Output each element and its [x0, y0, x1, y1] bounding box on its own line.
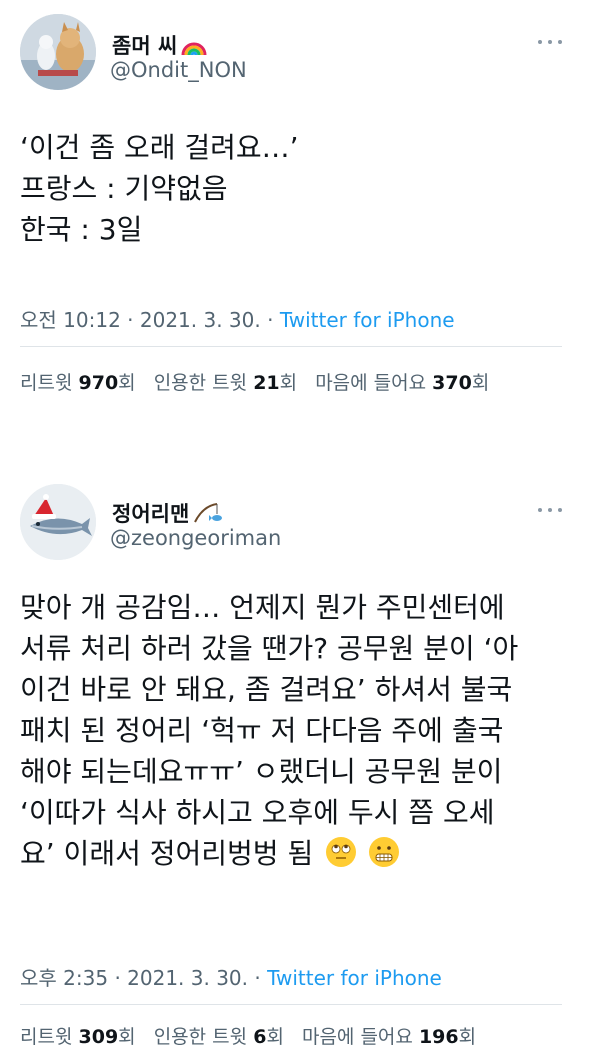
author-name-text: 정어리맨: [112, 502, 190, 526]
quote-label: 인용한 트윗: [153, 372, 248, 394]
avatar-image-icon: [20, 14, 96, 90]
tweet-line: 이건 바로 안 돼요, 좀 걸려요’ 하셔서 불국: [20, 673, 513, 706]
like-count[interactable]: 마음에 들어요 196회: [302, 1026, 476, 1048]
tweet-body: 맞아 개 공감임… 언제지 뭔가 주민센터에 서류 처리 하러 갔을 땐가? 공…: [20, 587, 575, 874]
separator-dot: ·: [127, 308, 140, 332]
tweet-meta: 오전 10:12 · 2021. 3. 30. · Twitter for iP…: [20, 304, 455, 333]
dot: [548, 508, 552, 512]
tweet-meta: 오후 2:35 · 2021. 3. 30. · Twitter for iPh…: [20, 962, 442, 991]
dot: [558, 40, 562, 44]
tweet-line: 해야 되는데요ㅠㅠ’ ㅇ랬더니 공무원 분이: [20, 755, 503, 788]
tweet-date[interactable]: 2021. 3. 30.: [140, 308, 261, 332]
author-name-text: 좀머 씨: [112, 34, 178, 58]
tweet-line: ‘이따가 식사 하시고 오후에 두시 쯤 오세: [20, 796, 495, 829]
quote-label: 인용한 트윗: [153, 1026, 248, 1048]
tweet-line: 패치 된 정어리 ‘헉ㅠ 저 다다음 주에 출국: [20, 714, 504, 747]
retweet-unit: 회: [118, 1026, 136, 1048]
tweet-time[interactable]: 오전 10:12: [20, 308, 121, 332]
tweet-line: 맞아 개 공감임… 언제지 뭔가 주민센터에: [20, 591, 505, 624]
separator-dot: ·: [114, 966, 128, 990]
quote-count[interactable]: 인용한 트윗 6회: [154, 1026, 284, 1048]
eye-roll-emoji-icon: [326, 837, 357, 867]
like-unit: 회: [471, 372, 490, 394]
like-label: 마음에 들어요: [315, 372, 427, 394]
grimace-emoji-icon: [369, 837, 400, 867]
tweet-stats: 리트윗 309회 인용한 트윗 6회 마음에 들어요 196회: [20, 1022, 488, 1049]
dot: [548, 40, 552, 44]
tweet-source-link[interactable]: Twitter for iPhone: [280, 308, 455, 332]
like-label: 마음에 들어요: [301, 1026, 413, 1048]
like-number: 196: [418, 1026, 459, 1048]
retweet-count[interactable]: 리트윗 970회: [20, 372, 136, 394]
retweet-count[interactable]: 리트윗 309회: [20, 1026, 136, 1048]
avatar[interactable]: [20, 484, 96, 560]
tweet-date[interactable]: 2021. 3. 30.: [127, 966, 248, 990]
rainbow-icon: [181, 42, 207, 55]
more-options-button[interactable]: [538, 38, 562, 46]
tweet-line: ‘이건 좀 오래 걸려요…’: [20, 131, 299, 164]
quote-number: 6: [253, 1026, 267, 1048]
tweet-body: ‘이건 좀 오래 걸려요…’ 프랑스 : 기약없음 한국 : 3일: [20, 127, 575, 250]
quote-count[interactable]: 인용한 트윗 21회: [154, 372, 297, 394]
like-number: 370: [432, 372, 472, 394]
author-handle[interactable]: @Ondit_NON: [110, 58, 247, 82]
retweet-number: 970: [78, 372, 119, 394]
divider: [20, 1004, 562, 1005]
tweet-line-last: 요’ 이래서 정어리벙벙 됨: [20, 833, 575, 874]
dot: [558, 508, 562, 512]
tweet-line: 요’ 이래서 정어리벙벙 됨: [20, 837, 314, 870]
tweet-1: 좀머 씨 @Ondit_NON ‘이건 좀 오래 걸려요…’ 프랑스 : 기약없…: [0, 0, 600, 420]
separator-dot: ·: [267, 308, 280, 332]
more-options-button[interactable]: [538, 506, 562, 514]
tweet-time[interactable]: 오후 2:35: [20, 966, 108, 990]
retweet-label: 리트윗: [20, 1026, 73, 1048]
quote-number: 21: [253, 372, 280, 394]
tweet-line: 한국 : 3일: [20, 213, 143, 246]
like-count[interactable]: 마음에 들어요 370회: [315, 372, 489, 394]
sardine-avatar-icon: [20, 484, 96, 560]
like-unit: 회: [458, 1026, 477, 1048]
author-name[interactable]: 좀머 씨: [112, 30, 207, 60]
dot: [538, 40, 542, 44]
tweet-2: 정어리맨 @zeongeoriman 맞아 개 공감임… 언제지 뭔가 주민센터…: [0, 470, 600, 1054]
retweet-number: 309: [78, 1026, 119, 1048]
tweet-stats: 리트윗 970회 인용한 트윗 21회 마음에 들어요 370회: [20, 368, 501, 395]
avatar[interactable]: [20, 14, 96, 90]
retweet-unit: 회: [118, 372, 136, 394]
divider: [20, 346, 562, 347]
tweet-line: 서류 처리 하러 갔을 땐가? 공무원 분이 ‘아: [20, 632, 519, 665]
author-handle[interactable]: @zeongeoriman: [110, 526, 281, 550]
tweet-line: 프랑스 : 기약없음: [20, 172, 228, 205]
quote-unit: 회: [279, 372, 298, 394]
fishing-pole-icon: [194, 503, 223, 523]
author-name[interactable]: 정어리맨: [112, 498, 223, 528]
dot: [538, 508, 542, 512]
separator-dot: ·: [254, 966, 268, 990]
tweet-source-link[interactable]: Twitter for iPhone: [267, 966, 442, 990]
quote-unit: 회: [266, 1026, 284, 1048]
retweet-label: 리트윗: [20, 372, 73, 394]
